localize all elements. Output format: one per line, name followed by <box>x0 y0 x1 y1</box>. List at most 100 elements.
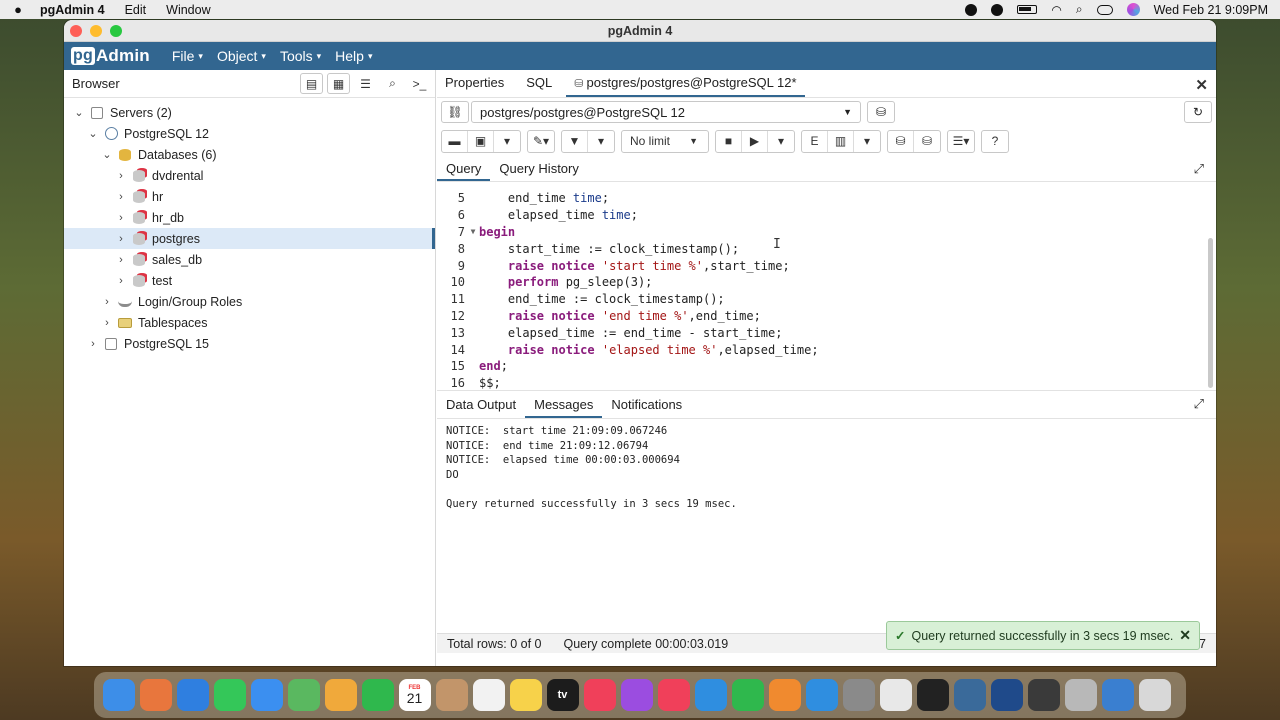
terminal-icon[interactable] <box>916 679 949 711</box>
explain-options-chevron-icon[interactable]: ▾ <box>854 131 880 152</box>
menubar-window[interactable]: Window <box>166 3 210 17</box>
keynote-icon[interactable] <box>694 679 727 711</box>
chevron-right-icon[interactable]: › <box>114 254 128 266</box>
spotlight-icon[interactable]: ⌕ <box>1076 2 1083 17</box>
row-limit-select[interactable]: No limit ▼ <box>622 131 708 152</box>
query-tool-db-icon[interactable]: ▤ <box>300 73 323 94</box>
contacts-icon[interactable] <box>435 679 468 711</box>
save-options-chevron-icon[interactable]: ▾ <box>494 131 520 152</box>
zoom-window-button[interactable] <box>110 24 122 37</box>
tree-node-databases-6[interactable]: ⌄ Databases (6) <box>64 144 435 165</box>
tree-node-login-group-roles[interactable]: › Login/Group Roles <box>64 291 435 312</box>
explain-analyze-icon[interactable]: ▥ <box>828 130 854 152</box>
trash-icon[interactable] <box>1138 679 1171 711</box>
menubar-app-name[interactable]: pgAdmin 4 <box>40 3 105 17</box>
tree-node-hr-db[interactable]: › hr_db <box>64 207 435 228</box>
tree-node-dvdrental[interactable]: › dvdrental <box>64 165 435 186</box>
mail-icon[interactable] <box>250 679 283 711</box>
menubar-clock[interactable]: Wed Feb 21 9:09PM <box>1154 3 1268 17</box>
open-file-icon[interactable]: ▬ <box>442 130 468 152</box>
window-titlebar[interactable]: pgAdmin 4 <box>64 20 1216 42</box>
chevron-right-icon[interactable]: › <box>86 338 100 350</box>
chrome-icon[interactable] <box>879 679 912 711</box>
facetime-icon[interactable] <box>361 679 394 711</box>
calendar-icon[interactable]: FEB 21 <box>398 679 431 711</box>
tree-node-servers-2[interactable]: ⌄ Servers (2) <box>64 102 435 123</box>
connection-status-icon[interactable]: ⛓ <box>441 101 469 123</box>
view-data-icon[interactable]: ▦ <box>327 73 350 94</box>
database-tool-icon[interactable] <box>1064 679 1097 711</box>
notes-icon[interactable] <box>509 679 542 711</box>
close-window-button[interactable] <box>70 24 82 37</box>
tree-node-test[interactable]: › test <box>64 270 435 291</box>
tab-properties[interactable]: Properties <box>437 75 512 97</box>
minimize-window-button[interactable] <box>90 24 102 37</box>
launchpad-icon[interactable] <box>139 679 172 711</box>
chevron-right-icon[interactable]: › <box>100 317 114 329</box>
close-tab-icon[interactable]: ✕ <box>1195 76 1208 94</box>
chevron-down-icon[interactable]: ⌄ <box>100 148 114 161</box>
tree-node-sales-db[interactable]: › sales_db <box>64 249 435 270</box>
tree-node-tablespaces[interactable]: › Tablespaces <box>64 312 435 333</box>
commit-icon[interactable]: ⛁ <box>888 130 914 152</box>
maximize-icon[interactable]: ⤢ <box>1194 161 1204 177</box>
connection-select[interactable]: postgres/postgres@PostgreSQL 12 ▼ <box>471 101 861 123</box>
explain-icon[interactable]: E <box>802 130 828 152</box>
quicktime-icon[interactable] <box>1101 679 1134 711</box>
safari-icon[interactable] <box>176 679 209 711</box>
edit-pencil-icon[interactable]: ✎▾ <box>528 131 554 152</box>
tab-sql[interactable]: SQL <box>518 75 560 97</box>
filter-options-chevron-icon[interactable]: ▾ <box>588 131 614 152</box>
execute-options-chevron-icon[interactable]: ▾ <box>768 131 794 152</box>
numbers-icon[interactable] <box>731 679 764 711</box>
psql-terminal-icon[interactable]: >_ <box>408 73 431 94</box>
tree-node-postgres[interactable]: › postgres <box>64 228 435 249</box>
tree-node-postgresql-12[interactable]: ⌄ PostgreSQL 12 <box>64 123 435 144</box>
tv-icon[interactable]: tv <box>546 679 579 711</box>
fold-toggle-icon[interactable]: ▼ <box>467 227 479 236</box>
tab-data-output[interactable]: Data Output <box>437 397 525 418</box>
menu-file[interactable]: File ▾ <box>172 48 203 64</box>
messages-icon[interactable] <box>213 679 246 711</box>
tree-node-hr[interactable]: › hr <box>64 186 435 207</box>
stop-icon[interactable]: ■ <box>716 130 742 152</box>
pages-icon[interactable] <box>768 679 801 711</box>
battery-icon[interactable] <box>1017 5 1038 14</box>
menu-object[interactable]: Object ▾ <box>217 48 266 64</box>
chevron-right-icon[interactable]: › <box>114 275 128 287</box>
sql-editor[interactable]: I 5 end_time time; 6 elapsed_time time; 7 ▼… <box>437 182 1216 391</box>
maps-icon[interactable] <box>287 679 320 711</box>
system-settings-icon[interactable] <box>842 679 875 711</box>
siri-icon[interactable] <box>1126 3 1140 16</box>
editor-scrollbar[interactable] <box>1208 238 1213 388</box>
save-file-icon[interactable]: ▣ <box>468 130 494 152</box>
vpn-icon[interactable] <box>991 3 1004 16</box>
close-toast-icon[interactable]: ✕ <box>1179 627 1191 644</box>
help-icon[interactable]: ? <box>982 131 1008 152</box>
photos-icon[interactable] <box>324 679 357 711</box>
tab-query-tool[interactable]: ⛁ postgres/postgres@PostgreSQL 12* <box>566 75 805 97</box>
filter-rows-icon[interactable]: ☰ <box>354 73 377 94</box>
chevron-right-icon[interactable]: › <box>100 296 114 308</box>
new-connection-icon[interactable]: ⛁ <box>867 101 895 123</box>
tab-notifications[interactable]: Notifications <box>602 397 691 418</box>
chevron-down-icon[interactable]: ⌄ <box>86 127 100 140</box>
maximize-icon[interactable]: ⤢ <box>1194 396 1204 412</box>
macros-icon[interactable]: ☰▾ <box>948 131 974 152</box>
finder-icon[interactable] <box>102 679 135 711</box>
record-icon[interactable] <box>965 3 978 16</box>
tree-node-postgresql-15[interactable]: › PostgreSQL 15 <box>64 333 435 354</box>
tab-query[interactable]: Query <box>437 161 491 181</box>
vm-screen-icon[interactable] <box>1027 679 1060 711</box>
chevron-down-icon[interactable]: ⌄ <box>72 106 86 119</box>
chevron-right-icon[interactable]: › <box>114 212 128 224</box>
control-center-icon[interactable] <box>1096 4 1113 15</box>
rollback-icon[interactable]: ⛁ <box>914 131 940 152</box>
menu-help[interactable]: Help ▾ <box>335 48 372 64</box>
tab-messages[interactable]: Messages <box>525 397 603 418</box>
reset-layout-icon[interactable]: ↻ <box>1184 101 1212 123</box>
menubar-edit[interactable]: Edit <box>125 3 147 17</box>
chevron-right-icon[interactable]: › <box>114 170 128 182</box>
chevron-right-icon[interactable]: › <box>114 233 128 245</box>
news-icon[interactable] <box>657 679 690 711</box>
